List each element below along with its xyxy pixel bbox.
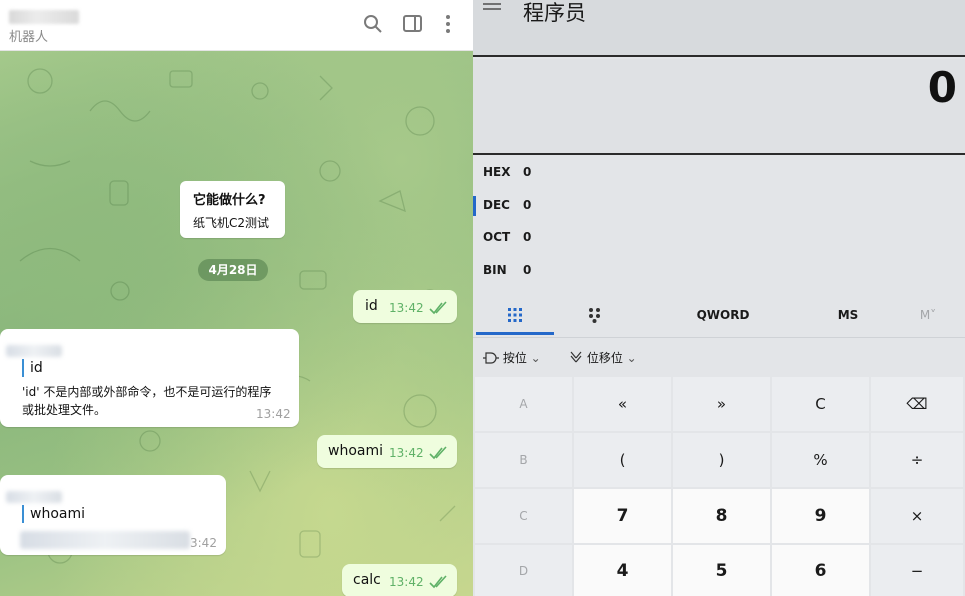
calculator-titlebar: 程序员	[473, 0, 965, 57]
chevron-down-icon: ⌄	[530, 351, 541, 365]
key-open-paren[interactable]: (	[574, 433, 671, 487]
key-hex-b[interactable]: B	[475, 433, 572, 487]
key-6[interactable]: 6	[772, 545, 869, 596]
bitshift-label: 位移位	[586, 351, 623, 365]
bit-shift-icon	[570, 351, 582, 363]
result-display: 0	[473, 59, 965, 155]
bot-info-card: 它能做什么? 纸飞机C2测试	[180, 181, 285, 238]
message-text-line2: 或批处理文件。	[22, 403, 107, 417]
bot-info-text: 纸飞机C2测试	[193, 216, 270, 230]
double-check-icon	[429, 301, 447, 315]
calculator-keypad: A « » C ⌫ B ( ) % ÷ C 7 8 9 × D 4 5 6 −	[473, 375, 965, 596]
outgoing-message[interactable]: id 13:42	[353, 290, 457, 323]
radix-dec[interactable]: DEC 0	[473, 190, 673, 220]
sender-name-blurred	[6, 491, 62, 503]
calculator-mode-title: 程序员	[523, 1, 586, 25]
message-text: id	[365, 298, 378, 314]
key-subtract[interactable]: −	[871, 545, 963, 596]
key-multiply[interactable]: ×	[871, 489, 963, 543]
message-time: 13:42	[389, 301, 424, 315]
memory-store-button[interactable]: MS	[825, 295, 871, 335]
message-time: 3:42	[190, 536, 217, 550]
incoming-message[interactable]: id 'id' 不是内部或外部命令，也不是可运行的程序 或批处理文件。 13:4…	[0, 329, 299, 427]
chat-header: 机器人	[0, 0, 473, 51]
key-8[interactable]: 8	[673, 489, 770, 543]
radix-value: 0	[523, 230, 532, 244]
radix-oct[interactable]: OCT 0	[473, 222, 673, 252]
chevron-down-icon: ⌄	[626, 351, 637, 365]
bitwise-toolbar: 按位 ⌄ 位移位 ⌄	[473, 337, 965, 375]
key-right-shift[interactable]: »	[673, 377, 770, 431]
logic-gate-icon	[483, 352, 499, 364]
radix-value: 0	[523, 198, 532, 212]
key-7[interactable]: 7	[574, 489, 671, 543]
active-tab-underline	[476, 332, 554, 335]
radix-value: 0	[523, 263, 532, 277]
message-text: whoami	[328, 443, 383, 459]
message-text: calc	[353, 572, 381, 588]
double-check-icon	[429, 575, 447, 589]
key-clear[interactable]: C	[772, 377, 869, 431]
key-hex-a[interactable]: A	[475, 377, 572, 431]
reply-quote[interactable]: whoami	[22, 505, 85, 523]
hamburger-menu-icon[interactable]	[483, 3, 501, 15]
bot-info-title: 它能做什么?	[193, 193, 266, 208]
radix-bin[interactable]: BIN 0	[473, 255, 673, 285]
chat-background: 它能做什么? 纸飞机C2测试 4月28日 id 13:42 id 'id' 不是…	[0, 51, 473, 596]
date-separator: 4月28日	[198, 259, 268, 281]
bit-toggle-icon	[589, 308, 600, 323]
bitwise-label: 按位	[502, 351, 527, 365]
chat-name-blurred[interactable]	[9, 10, 79, 24]
key-left-shift[interactable]: «	[574, 377, 671, 431]
radix-active-indicator	[473, 196, 476, 216]
search-icon[interactable]	[362, 13, 384, 35]
double-check-icon	[429, 446, 447, 460]
sidebar-toggle-icon[interactable]	[402, 13, 424, 35]
key-close-paren[interactable]: )	[673, 433, 770, 487]
radix-panel: HEX 0 DEC 0 OCT 0 BIN 0	[473, 157, 965, 287]
keypad-mode-tabs: QWORD MS M˅	[473, 295, 965, 335]
radix-label: HEX	[483, 165, 511, 179]
keypad-grid-icon	[508, 308, 522, 322]
memory-list-button[interactable]: M˅	[913, 295, 943, 335]
chat-subtitle: 机器人	[9, 30, 49, 45]
key-9[interactable]: 9	[772, 489, 869, 543]
outgoing-message[interactable]: whoami 13:42	[317, 435, 457, 468]
more-vertical-icon[interactable]	[437, 13, 459, 35]
calculator-window: 程序员 0 HEX 0 DEC 0 OCT 0 BIN 0 QWORD MS M…	[473, 0, 965, 596]
radix-label: OCT	[483, 230, 511, 244]
incoming-message[interactable]: whoami 3:42	[0, 475, 226, 555]
message-time: 13:42	[389, 446, 424, 460]
key-hex-d[interactable]: D	[475, 545, 572, 596]
tab-bit-toggle[interactable]	[573, 295, 617, 335]
key-modulo[interactable]: %	[772, 433, 869, 487]
tab-full-keypad[interactable]	[476, 295, 554, 335]
bitshift-dropdown[interactable]: 位移位 ⌄	[569, 349, 637, 366]
radix-label: BIN	[483, 263, 507, 277]
sender-name-blurred	[6, 345, 62, 357]
tab-word-size[interactable]: QWORD	[683, 295, 763, 335]
display-value: 0	[927, 63, 957, 112]
message-text: 'id' 不是内部或外部命令，也不是可运行的程序	[22, 385, 272, 399]
telegram-chat-panel: 机器人 它能做什么? 纸飞机C2测试 4月28日 id 13:42 id 'id…	[0, 0, 473, 596]
key-4[interactable]: 4	[574, 545, 671, 596]
message-text-blurred	[20, 531, 190, 549]
reply-quote[interactable]: id	[22, 359, 43, 377]
radix-value: 0	[523, 165, 532, 179]
backspace-icon[interactable]: ⌫	[871, 377, 963, 431]
key-divide[interactable]: ÷	[871, 433, 963, 487]
radix-hex[interactable]: HEX 0	[473, 157, 673, 187]
bitwise-dropdown[interactable]: 按位 ⌄	[483, 349, 541, 366]
outgoing-message[interactable]: calc 13:42	[342, 564, 457, 596]
key-5[interactable]: 5	[673, 545, 770, 596]
message-time: 13:42	[389, 575, 424, 589]
message-time: 13:42	[256, 407, 291, 421]
radix-label: DEC	[483, 198, 510, 212]
key-hex-c[interactable]: C	[475, 489, 572, 543]
